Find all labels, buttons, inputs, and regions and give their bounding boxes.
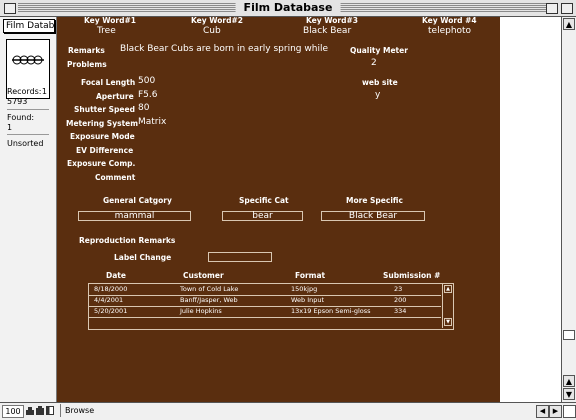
keyword-3-field[interactable]: Black Bear xyxy=(303,26,351,36)
cell-date: 4/4/2001 xyxy=(94,296,124,304)
web-site-field[interactable]: y xyxy=(375,90,380,100)
zoom-box-icon[interactable] xyxy=(546,3,558,14)
cell-format: 150kjpg xyxy=(291,285,318,293)
portal-scroll-up-icon[interactable]: ▲ xyxy=(444,285,452,293)
layout-popup[interactable]: Film Databa xyxy=(3,19,55,33)
scroll-left-icon[interactable]: ◀ xyxy=(536,405,549,418)
found-label: Found: xyxy=(7,113,35,122)
scroll-right-icon[interactable]: ▶ xyxy=(549,405,562,418)
status-area: Film Databa 1 Records: 5793 Found: 1 Uns… xyxy=(0,17,57,402)
label-change-label: Label Change xyxy=(114,253,172,262)
portal-scrollbar[interactable]: ▲ ▼ xyxy=(442,284,453,328)
mode-indicator[interactable]: Browse xyxy=(60,404,135,417)
keyword-1-label: Key Word#1 xyxy=(84,16,136,25)
metering-system-field[interactable]: Matrix xyxy=(138,117,166,127)
collapse-box-icon[interactable] xyxy=(561,3,573,14)
close-box-icon[interactable] xyxy=(4,3,16,14)
keyword-4-label: Key Word #4 xyxy=(422,16,477,25)
cell-date: 8/18/2000 xyxy=(94,285,128,293)
column-header-format: Format xyxy=(295,271,326,280)
more-specific-field[interactable]: Black Bear xyxy=(321,211,425,221)
cell-submission: 334 xyxy=(394,307,407,315)
quality-meter-field[interactable]: 2 xyxy=(371,58,377,68)
aperture-field[interactable]: F5.6 xyxy=(138,90,158,100)
records-count: 5793 xyxy=(7,97,28,106)
quality-meter-label: Quality Meter xyxy=(350,46,408,55)
cell-customer: Town of Cold Lake xyxy=(180,285,239,293)
cell-customer: Julie Hopkins xyxy=(180,307,222,315)
cell-submission: 23 xyxy=(394,285,403,293)
zoom-in-icon[interactable] xyxy=(36,406,44,415)
remarks-field[interactable]: Black Bear Cubs are born in early spring… xyxy=(120,44,328,54)
layout-gutter xyxy=(500,17,560,402)
keyword-4-field[interactable]: telephoto xyxy=(428,26,471,36)
page-number: 1 xyxy=(41,87,47,96)
remarks-label: Remarks xyxy=(68,46,105,55)
status-area-toggle-icon[interactable] xyxy=(46,406,54,415)
records-label: Records: xyxy=(7,87,42,96)
focal-length-label: Focal Length xyxy=(81,78,136,87)
window-title: Film Database xyxy=(235,1,341,15)
aperture-label: Aperture xyxy=(96,92,134,101)
keyword-3-label: Key Word#3 xyxy=(306,16,358,25)
scroll-down-icon[interactable]: ▼ xyxy=(563,388,575,400)
specific-category-label: Specific Cat xyxy=(239,196,289,205)
found-count: 1 xyxy=(7,123,13,132)
general-category-field[interactable]: mammal xyxy=(78,211,191,221)
specific-category-field[interactable]: bear xyxy=(222,211,303,221)
exposure-comp-label: Exposure Comp. xyxy=(67,159,136,168)
filemaker-window: Film Database Film Databa 1 Records: 579… xyxy=(0,0,576,420)
layout-body xyxy=(57,17,500,402)
title-bar[interactable]: Film Database xyxy=(0,0,576,17)
web-site-label: web site xyxy=(362,78,398,87)
column-header-submission: Submission # xyxy=(383,271,441,280)
portal-scroll-down-icon[interactable]: ▼ xyxy=(444,318,452,326)
submissions-portal[interactable]: 8/18/2000 Town of Cold Lake 150kjpg 23 4… xyxy=(88,283,454,330)
focal-length-field[interactable]: 500 xyxy=(138,76,155,86)
shutter-speed-label: Shutter Speed xyxy=(74,105,135,114)
general-category-label: General Catgory xyxy=(103,196,172,205)
bottom-bar: 100 Browse ◀ ▶ xyxy=(0,402,576,420)
problems-label: Problems xyxy=(67,60,107,69)
split-bar[interactable] xyxy=(563,330,575,340)
ev-difference-label: EV Difference xyxy=(76,146,134,155)
table-row[interactable]: 5/20/2001 Julie Hopkins 13x19 Epson Semi… xyxy=(89,306,441,318)
keyword-2-label: Key Word#2 xyxy=(191,16,243,25)
column-header-date: Date xyxy=(106,271,126,280)
keyword-2-field[interactable]: Cub xyxy=(203,26,221,36)
divider xyxy=(7,109,49,110)
book-rings-icon xyxy=(12,55,44,65)
cell-format: 13x19 Epson Semi-gloss xyxy=(291,307,371,315)
scroll-up-icon[interactable]: ▲ xyxy=(563,18,575,30)
reproduction-remarks-label: Reproduction Remarks xyxy=(79,236,176,245)
zoom-out-icon[interactable] xyxy=(26,406,34,415)
cell-format: Web Input xyxy=(291,296,325,304)
label-change-field[interactable] xyxy=(208,252,272,262)
sort-status: Unsorted xyxy=(7,139,44,148)
column-header-customer: Customer xyxy=(183,271,224,280)
more-specific-label: More Specific xyxy=(346,196,403,205)
shutter-speed-field[interactable]: 80 xyxy=(138,103,149,113)
keyword-1-field[interactable]: Tree xyxy=(97,26,116,36)
divider xyxy=(7,134,49,135)
metering-system-label: Metering System xyxy=(66,119,139,128)
cell-date: 5/20/2001 xyxy=(94,307,128,315)
scroll-up-icon[interactable]: ▲ xyxy=(563,375,575,387)
comment-label: Comment xyxy=(95,173,136,182)
vertical-scrollbar[interactable]: ▲ ▲ ▼ xyxy=(561,17,576,402)
cell-submission: 200 xyxy=(394,296,407,304)
exposure-mode-label: Exposure Mode xyxy=(70,132,135,141)
resize-grip-icon[interactable] xyxy=(563,405,576,418)
zoom-level[interactable]: 100 xyxy=(2,405,24,418)
cell-customer: Banff/Jasper, Web xyxy=(180,296,238,304)
